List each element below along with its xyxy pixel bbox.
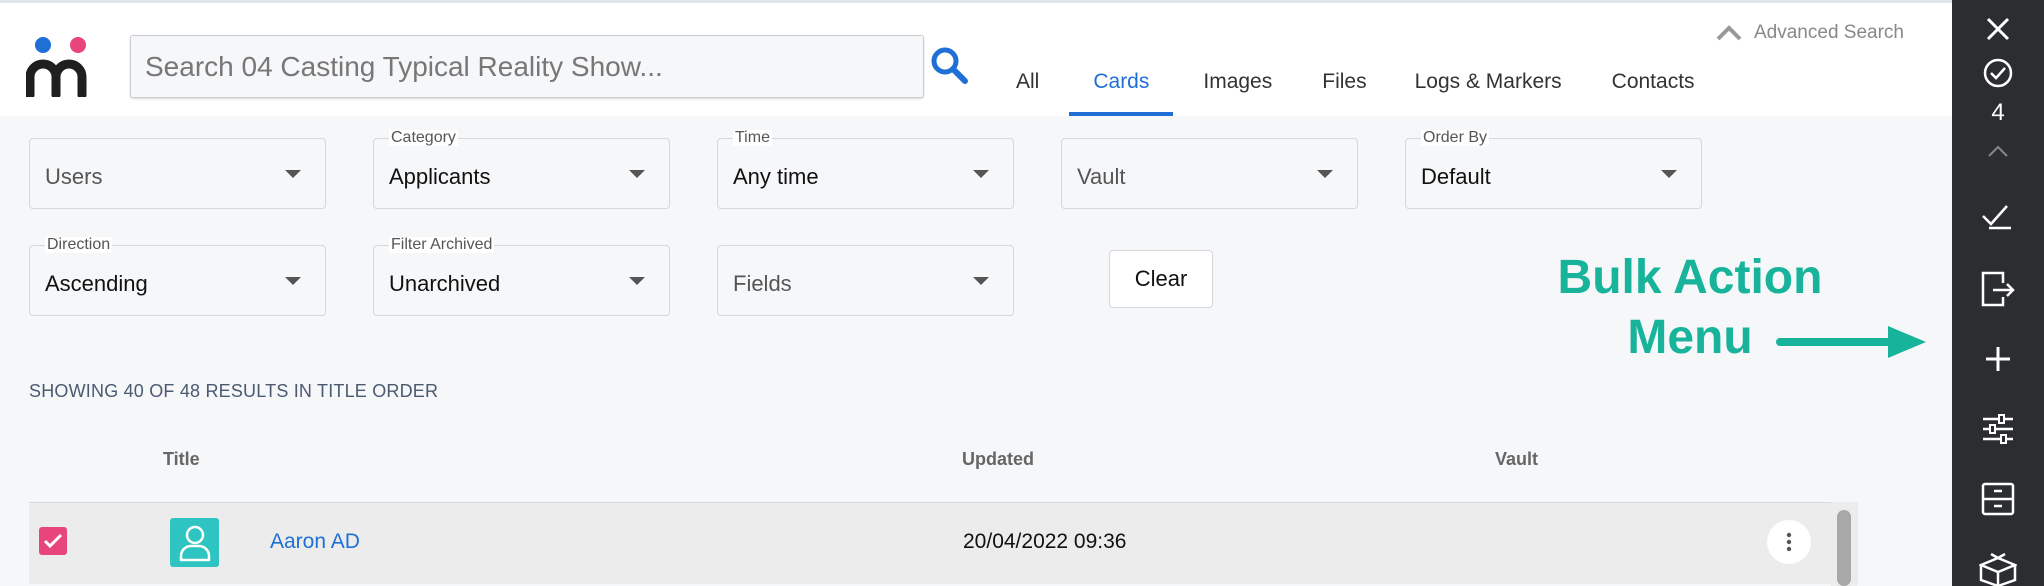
double-check-icon xyxy=(1982,205,2011,230)
more-vertical-icon xyxy=(1786,532,1792,552)
caret-down-icon xyxy=(973,170,989,178)
caret-down-icon xyxy=(629,277,645,285)
users-select-value: Users xyxy=(45,164,103,189)
caret-down-icon xyxy=(285,277,301,285)
annotation-arrow-icon xyxy=(1776,326,1926,358)
search-field[interactable] xyxy=(130,35,924,98)
time-select[interactable]: Time Any time xyxy=(717,130,1014,209)
filter-archived-select-label: Filter Archived xyxy=(389,236,495,253)
order-by-select-label: Order By xyxy=(1421,129,1490,146)
close-icon xyxy=(1986,17,2010,41)
caret-down-icon xyxy=(629,170,645,178)
row-more-button[interactable] xyxy=(1767,520,1811,564)
order-by-select-value: Default xyxy=(1421,164,1491,189)
time-select-value: Any time xyxy=(733,164,819,189)
caret-down-icon xyxy=(1661,170,1677,178)
adjust-button[interactable] xyxy=(1952,414,2044,444)
order-by-select[interactable]: Order By Default xyxy=(1405,130,1702,209)
table-scrollbar-thumb[interactable] xyxy=(1837,510,1851,586)
collapse-button[interactable] xyxy=(1952,144,2044,158)
row-checkbox[interactable] xyxy=(39,527,67,555)
search-input[interactable] xyxy=(131,36,923,97)
row-title-link[interactable]: Aaron AD xyxy=(270,530,360,554)
column-header-title[interactable]: Title xyxy=(163,449,200,470)
direction-select-label: Direction xyxy=(45,236,113,253)
tab-cards[interactable]: Cards xyxy=(1069,60,1174,116)
selected-count: 4 xyxy=(1991,99,2005,126)
clear-button[interactable]: Clear xyxy=(1109,250,1213,308)
checkmark-icon xyxy=(43,533,63,549)
direction-select-value: Ascending xyxy=(45,271,148,296)
row-updated: 20/04/2022 09:36 xyxy=(963,530,1127,553)
sliders-icon xyxy=(1983,414,2013,444)
chevron-up-icon xyxy=(1988,145,2008,157)
direction-select[interactable]: Direction Ascending xyxy=(29,237,326,316)
check-circle-icon xyxy=(1983,58,2013,88)
users-select[interactable]: Users xyxy=(29,138,326,209)
top-border xyxy=(0,0,1952,3)
archive-icon xyxy=(1981,482,2015,516)
box-icon xyxy=(1979,552,2017,586)
caret-down-icon xyxy=(285,170,301,178)
mark-done-button[interactable] xyxy=(1952,202,2044,230)
add-button[interactable] xyxy=(1952,345,2044,373)
fields-select[interactable]: Fields xyxy=(717,245,1014,316)
filter-archived-select[interactable]: Filter Archived Unarchived xyxy=(373,237,670,316)
advanced-search-label: Advanced Search xyxy=(1754,22,1904,43)
vault-select-value: Vault xyxy=(1077,164,1126,189)
close-button[interactable] xyxy=(1952,16,2044,42)
chevron-up-icon xyxy=(1716,25,1742,41)
caret-down-icon xyxy=(1317,170,1333,178)
result-tabs: All Cards Images Files Logs & Markers Co… xyxy=(1016,60,1695,116)
caret-down-icon xyxy=(973,277,989,285)
column-header-updated[interactable]: Updated xyxy=(962,449,1034,470)
plus-icon xyxy=(1986,347,2010,371)
export-icon xyxy=(1981,271,2015,307)
tab-logs-markers[interactable]: Logs & Markers xyxy=(1415,60,1562,116)
export-button[interactable] xyxy=(1952,271,2044,307)
avatar xyxy=(170,518,219,567)
select-all-button[interactable] xyxy=(1952,57,2044,89)
app-logo[interactable] xyxy=(26,35,96,97)
category-select-label: Category xyxy=(389,129,458,146)
category-select[interactable]: Category Applicants xyxy=(373,130,670,209)
user-icon xyxy=(179,525,210,561)
advanced-search-toggle[interactable]: Advanced Search xyxy=(1716,20,1904,46)
archive-button[interactable] xyxy=(1952,482,2044,516)
fields-select-value: Fields xyxy=(733,271,792,296)
tab-files[interactable]: Files xyxy=(1322,60,1366,116)
package-button[interactable] xyxy=(1952,552,2044,586)
results-count: SHOWING 40 OF 48 RESULTS IN TITLE ORDER xyxy=(29,381,439,401)
bulk-action-annotation-line1: Bulk Action xyxy=(1557,251,1823,304)
column-header-vault[interactable]: Vault xyxy=(1495,449,1538,470)
search-icon[interactable] xyxy=(928,44,970,86)
filter-archived-select-value: Unarchived xyxy=(389,271,501,296)
tab-all[interactable]: All xyxy=(1016,60,1039,116)
tab-contacts[interactable]: Contacts xyxy=(1612,60,1695,116)
category-select-value: Applicants xyxy=(389,164,491,189)
tab-images[interactable]: Images xyxy=(1203,60,1272,116)
time-select-label: Time xyxy=(733,129,772,146)
vault-select[interactable]: Vault xyxy=(1061,138,1358,209)
